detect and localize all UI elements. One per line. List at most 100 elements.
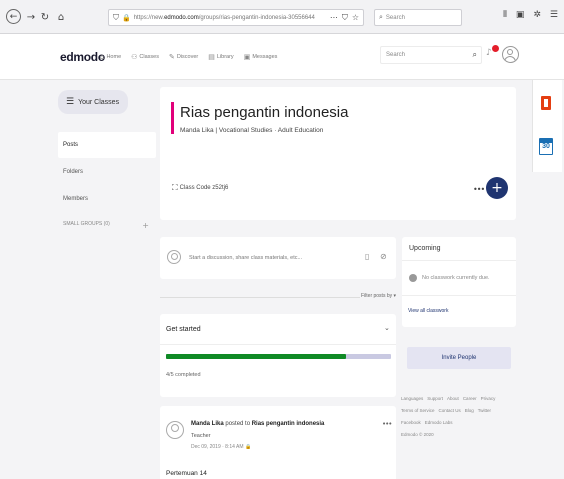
class-code-label: Class Code z52tj6 <box>179 185 229 191</box>
library-icon[interactable]: ⫴ <box>503 10 507 20</box>
search-icon: ⌕ <box>379 13 383 21</box>
extension-icon[interactable]: ✲ <box>533 10 541 20</box>
browser-search-placeholder: Search <box>385 14 405 21</box>
page-actions-icon[interactable]: ⋯ <box>330 13 338 23</box>
office-icon[interactable] <box>541 96 551 110</box>
upcoming-card: Upcoming No classwork currently due. Vie… <box>402 237 516 327</box>
card-divider <box>160 344 396 345</box>
lock-icon[interactable]: 🔒 <box>122 14 131 22</box>
attach-link-icon[interactable]: ⊘ <box>380 252 387 261</box>
reload-icon[interactable]: ↻ <box>38 10 52 24</box>
post-group[interactable]: Rias pengantin indonesia <box>252 421 325 427</box>
footer-link[interactable]: Career <box>463 396 477 401</box>
footer-link[interactable]: Privacy <box>481 396 496 401</box>
edmodo-logo[interactable]: edmodo <box>60 50 105 64</box>
browser-search-field[interactable]: ⌕ Search <box>374 9 462 26</box>
class-code[interactable]: ⛶ Class Code z52tj6 <box>172 183 228 193</box>
small-groups-section: SMALL GROUPS (0) + <box>63 221 149 230</box>
classes-icon: ⚇ <box>131 53 138 61</box>
get-started-title: Get started <box>166 326 201 333</box>
url-path: /groups/rias-pengantin-indonesia-3055664… <box>198 14 315 21</box>
invite-people-button[interactable]: Invite People <box>407 347 511 369</box>
sidebar-item-members[interactable]: Members <box>63 196 88 202</box>
nav-home[interactable]: ⌂ Home <box>100 53 121 61</box>
your-classes-button[interactable]: ☰ Your Classes <box>58 90 128 114</box>
post-body: Pertemuan 14 <box>166 470 207 477</box>
filter-posts-dropdown[interactable]: Filter posts by ▾ <box>361 293 396 299</box>
post-author[interactable]: Manda Lika <box>191 421 224 427</box>
class-code-icon: ⛶ <box>172 183 178 192</box>
your-classes-label: Your Classes <box>78 98 120 106</box>
bookmark-icon[interactable]: ⛉ <box>342 13 348 23</box>
nav-discover[interactable]: ✎ Discover <box>169 53 198 61</box>
post-role: Teacher <box>191 433 211 439</box>
post-header: Manda Lika posted to Rias pengantin indo… <box>191 421 324 427</box>
no-classwork-text: No classwork currently due. <box>422 275 490 281</box>
hamburger-icon: ☰ <box>66 97 75 107</box>
home-icon[interactable]: ⌂ <box>54 10 68 24</box>
completed-count: 4/5 completed <box>166 372 201 378</box>
discover-icon: ✎ <box>168 53 175 61</box>
post-date: Dec 09, 2019 · 8:14 AM 🔒 <box>191 444 251 450</box>
post-composer[interactable]: Start a discussion, share class material… <box>160 237 396 279</box>
add-post-button[interactable]: + <box>486 177 508 199</box>
footer-link[interactable]: Terms of Service <box>401 408 435 413</box>
sidebar-icon[interactable]: ▣ <box>516 10 525 20</box>
avatar[interactable] <box>502 46 519 63</box>
post-card: Manda Lika posted to Rias pengantin indo… <box>160 406 396 479</box>
notification-dot <box>492 45 499 52</box>
back-icon[interactable]: ← <box>6 9 21 24</box>
menu-icon[interactable]: ☰ <box>550 10 558 20</box>
nav-label: Library <box>216 54 234 60</box>
notification-bell-icon[interactable]: ♪ <box>486 45 499 62</box>
nav-library[interactable]: ▤ Library <box>208 53 233 61</box>
nav-label: Messages <box>252 54 278 60</box>
copyright: Edmodo © 2020 <box>401 432 434 437</box>
footer-link[interactable]: Languages <box>401 396 423 401</box>
footer-link[interactable]: Edmodo Labs <box>425 420 453 425</box>
class-title: Rias pengantin indonesia <box>180 104 349 121</box>
post-more-icon[interactable]: ••• <box>382 420 392 428</box>
footer-link[interactable]: About <box>447 396 459 401</box>
card-divider <box>402 295 516 296</box>
footer-link[interactable]: Blog <box>465 408 474 413</box>
library-icon: ▤ <box>208 53 215 61</box>
sidebar-item-label: Posts <box>63 142 79 148</box>
search-icon[interactable]: ⌕ <box>473 50 477 60</box>
footer-link[interactable]: Support <box>427 396 443 401</box>
calendar-day: 30 <box>542 143 550 150</box>
chevron-down-icon[interactable]: ⌄ <box>384 324 390 332</box>
app-search-input[interactable]: Search ⌕ <box>380 46 482 64</box>
app-search-placeholder: Search <box>386 52 406 58</box>
footer-link[interactable]: Twitter <box>478 408 491 413</box>
add-group-icon[interactable]: + <box>142 221 149 230</box>
side-apps-panel: 30 <box>532 80 562 172</box>
sidebar-item-label: Members <box>63 196 89 202</box>
forward-icon[interactable]: → <box>24 10 38 24</box>
calendar-icon[interactable]: 30 <box>539 138 553 155</box>
footer-link[interactable]: Facebook <box>401 420 421 425</box>
upcoming-title: Upcoming <box>409 245 441 252</box>
messages-icon: ▣ <box>243 53 251 61</box>
main-content: ☰ Your Classes Posts Folders Members SMA… <box>0 80 564 479</box>
shield-icon[interactable]: ⛉ <box>113 13 119 23</box>
footer-link[interactable]: Contact Us <box>439 408 461 413</box>
star-icon[interactable]: ☆ <box>352 13 359 23</box>
nav-label: Classes <box>139 54 159 60</box>
sidebar-item-posts[interactable]: Posts <box>58 132 156 158</box>
top-nav: ⌂ Home ⚇ Classes ✎ Discover ▤ Library ▣ Messa… <box>100 53 277 61</box>
sidebar-item-folders[interactable]: Folders <box>63 169 83 175</box>
attach-file-icon[interactable]: ▯ <box>365 252 369 261</box>
lock-icon: 🔒 <box>244 444 252 450</box>
view-all-classwork-link[interactable]: View all classwork <box>408 308 448 314</box>
sidebar-item-label: Folders <box>63 169 84 175</box>
url-bar[interactable]: ⛉ 🔒 https://new. edmodo.com/groups/rias-p… <box>108 9 364 26</box>
footer-links: Languages Support About Career Privacy Terms… <box>401 393 513 441</box>
class-color-bar <box>171 102 174 134</box>
more-options-icon[interactable]: ••• <box>473 185 485 194</box>
nav-classes[interactable]: ⚇ Classes <box>131 53 159 61</box>
app-header: edmodo ⌂ Home ⚇ Classes ✎ Discover ▤ Library… <box>0 34 564 80</box>
avatar[interactable] <box>166 421 184 439</box>
nav-messages[interactable]: ▣ Messages <box>244 53 278 61</box>
nav-label: Discover <box>176 54 199 60</box>
